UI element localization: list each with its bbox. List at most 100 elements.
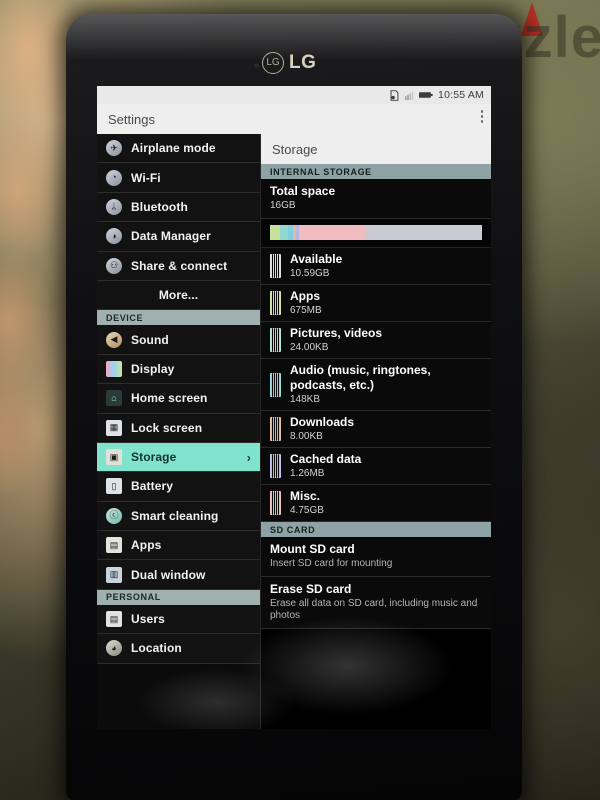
sidebar-item-label: Wi-Fi: [131, 170, 161, 185]
sidebar-item-users[interactable]: ▤ Users: [97, 604, 260, 635]
storage-category-row[interactable]: Pictures, videos 24.00KB: [261, 322, 491, 359]
sidebar-item-label: Lock screen: [131, 420, 203, 435]
sd-card-action-row[interactable]: Erase SD card Erase all data on SD card, …: [261, 577, 491, 629]
sd-card-icon: [389, 89, 400, 101]
category-label: Misc.: [290, 489, 321, 503]
detail-section-label: SD CARD: [270, 524, 316, 535]
settings-sidebar[interactable]: ✈ Airplane mode ◔ Wi-Fi ᛦ Bluetooth ◑ Data Mana…: [97, 134, 261, 729]
page-title: Settings: [108, 111, 155, 127]
usage-segment-free: [364, 225, 482, 240]
sound-icon: ◀: [106, 331, 122, 348]
sidebar-item-apps[interactable]: ▤ Apps: [97, 531, 260, 561]
sidebar-item-battery[interactable]: ▯ Battery: [97, 472, 260, 502]
lg-ring-icon: LG: [262, 52, 284, 74]
sidebar-item-location[interactable]: ◕ Location: [97, 634, 260, 664]
usage-segment-misc: [299, 225, 365, 240]
category-value: 24.00KB: [290, 342, 329, 353]
category-color-swatch: [270, 372, 281, 397]
chevron-right-icon: ›: [246, 449, 251, 465]
category-color-swatch: [270, 254, 281, 278]
sidebar-item-label: Users: [131, 612, 165, 627]
status-bar: 10:55 AM: [97, 86, 491, 104]
storage-category-row[interactable]: Audio (music, ringtones, podcasts, etc.)…: [261, 359, 491, 411]
category-value: 10.59GB: [290, 268, 330, 279]
sidebar-item-label: Home screen: [131, 391, 208, 406]
sidebar-item-storage[interactable]: ▣ Storage ›: [97, 442, 260, 473]
storage-category-row[interactable]: Downloads 8.00KB: [261, 411, 491, 448]
sidebar-item-label: Airplane mode: [131, 141, 216, 156]
sidebar-item-home-screen[interactable]: ⌂ Home screen: [97, 384, 260, 414]
storage-category-row[interactable]: Misc. 4.75GB: [261, 485, 491, 522]
sidebar-item-label: More...: [158, 288, 199, 303]
sidebar-item-label: Dual window: [131, 567, 206, 582]
action-bar: Settings: [97, 104, 491, 134]
category-color-swatch: [270, 417, 281, 441]
lg-brand-logo: LG LG: [262, 52, 316, 74]
storage-usage-bar: [270, 225, 482, 240]
total-space-value: 16GB: [270, 200, 296, 211]
sidebar-item-share-connect[interactable]: ⚇ Share & connect: [97, 251, 260, 281]
tablet-device: LG LG 10:55 AM Settings ✈ Airplane mode ◔ W…: [66, 14, 522, 800]
data-manager-icon: ◑: [106, 228, 122, 245]
storage-category-row[interactable]: Apps 675MB: [261, 285, 491, 322]
detail-section-label: INTERNAL STORAGE: [270, 166, 372, 177]
category-label: Cached data: [290, 452, 362, 466]
total-space-label: Total space: [270, 184, 336, 198]
overflow-menu-icon[interactable]: [480, 110, 483, 123]
users-icon: ▤: [106, 611, 122, 628]
category-value: 675MB: [290, 305, 322, 316]
share-connect-icon: ⚇: [106, 257, 122, 274]
category-value: 1.26MB: [290, 468, 325, 479]
sidebar-item-label: Display: [131, 361, 175, 376]
sidebar-item-label: Smart cleaning: [131, 508, 219, 523]
sidebar-item-data-manager[interactable]: ◑ Data Manager: [97, 222, 260, 252]
sidebar-item-display[interactable]: Display: [97, 354, 260, 385]
storage-detail-pane: Storage INTERNAL STORAGE Total space 16GB Av…: [261, 134, 491, 729]
sd-card-action-row[interactable]: Mount SD card Insert SD card for mounting: [261, 537, 491, 577]
front-camera-icon: [253, 62, 260, 69]
sidebar-item-wi-fi[interactable]: ◔ Wi-Fi: [97, 163, 260, 193]
sidebar-item-airplane-mode[interactable]: ✈ Airplane mode: [97, 134, 260, 164]
tablet-screen: 10:55 AM Settings ✈ Airplane mode ◔ Wi-Fi ᛦ B…: [97, 86, 491, 729]
storage-icon: ▣: [106, 449, 122, 466]
storage-category-row[interactable]: Cached data 1.26MB: [261, 448, 491, 485]
sidebar-item-dual-window[interactable]: ▥ Dual window: [97, 560, 260, 590]
category-color-swatch: [270, 291, 281, 315]
category-label: Pictures, videos: [290, 326, 383, 340]
sidebar-item-label: Battery: [131, 479, 174, 494]
sd-action-label: Erase SD card: [270, 582, 352, 596]
signal-icon: [405, 91, 414, 100]
battery-icon: ▯: [106, 478, 122, 495]
home-screen-icon: ⌂: [106, 390, 122, 407]
sidebar-item-bluetooth[interactable]: ᛦ Bluetooth: [97, 192, 260, 223]
storage-category-row[interactable]: Available 10.59GB: [261, 248, 491, 285]
detail-title: Storage: [272, 141, 318, 157]
total-space-row: Total space 16GB: [261, 179, 491, 219]
category-label: Apps: [290, 289, 320, 303]
sd-action-label: Mount SD card: [270, 542, 355, 556]
sidebar-group-label: DEVICE: [106, 312, 144, 323]
bluetooth-icon: ᛦ: [106, 198, 122, 215]
sidebar-item-label: Apps: [131, 538, 162, 553]
sidebar-item-smart-cleaning[interactable]: ⓒ Smart cleaning: [97, 501, 260, 532]
storage-usage-bar-row: [261, 219, 491, 248]
detail-title-bar: Storage: [261, 134, 491, 164]
category-value: 8.00KB: [290, 431, 323, 442]
sd-action-subtitle: Erase all data on SD card, including mus…: [270, 598, 478, 621]
category-color-swatch: [270, 328, 281, 352]
category-value: 148KB: [290, 394, 321, 405]
usage-segment-apps: [270, 225, 280, 240]
display-icon: [106, 360, 122, 377]
dual-window-icon: ▥: [106, 566, 122, 583]
settings-body: ✈ Airplane mode ◔ Wi-Fi ᛦ Bluetooth ◑ Data Mana…: [97, 134, 491, 729]
sidebar-item-lock-screen[interactable]: ▦ Lock screen: [97, 413, 260, 443]
status-bar-clock: 10:55 AM: [438, 89, 484, 101]
sidebar-item-label: Share & connect: [131, 258, 228, 273]
sidebar-item-more[interactable]: More...: [97, 280, 260, 311]
category-color-swatch: [270, 454, 281, 478]
sidebar-group-header: PERSONAL: [97, 589, 260, 605]
apps-icon: ▤: [106, 537, 122, 554]
sidebar-item-sound[interactable]: ◀ Sound: [97, 325, 260, 355]
sidebar-item-label: Bluetooth: [131, 199, 188, 214]
lock-screen-icon: ▦: [106, 419, 122, 436]
